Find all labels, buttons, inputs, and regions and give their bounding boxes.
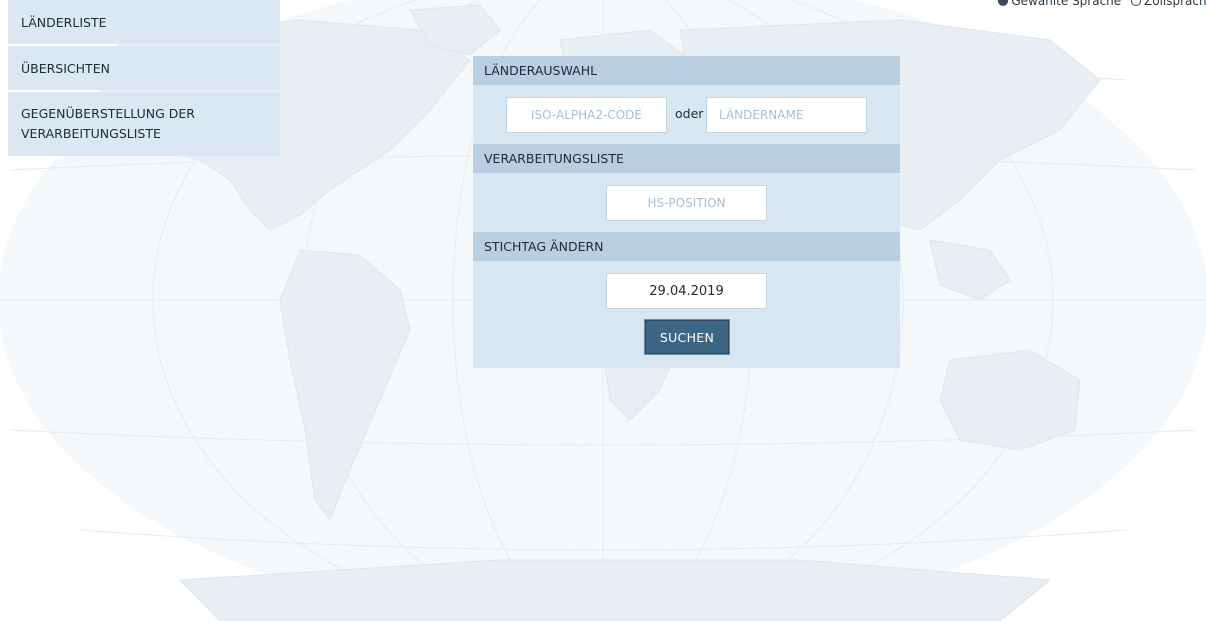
nav-item-label: LÄNDERLISTE	[21, 15, 107, 30]
language-link-selected[interactable]: Gewählte Sprache	[998, 0, 1121, 8]
reference-date-section: SUCHEN	[473, 261, 900, 368]
reference-date-input[interactable]	[606, 273, 767, 309]
nav-item-processing-list-comparison[interactable]: GEGENÜBERSTELLUNG DER VERARBEITUNGSLISTE	[8, 92, 280, 156]
section-title-country-selection: LÄNDERAUSWAHL	[473, 56, 900, 85]
nav-item-country-list[interactable]: LÄNDERLISTE	[8, 0, 280, 44]
hs-position-input[interactable]	[606, 185, 767, 221]
search-panel: LÄNDERAUSWAHL oder VERARBEITUNGSLISTE ST…	[473, 56, 900, 368]
globe-icon	[998, 0, 1009, 6]
language-link-label: Zollsprache	[1144, 0, 1206, 8]
country-name-input[interactable]	[706, 97, 867, 133]
processing-list-section	[473, 173, 900, 232]
language-link-customs[interactable]: Zollsprache	[1131, 0, 1206, 8]
language-link-label: Gewählte Sprache	[1011, 0, 1122, 8]
side-navigation: LÄNDERLISTE ÜBERSICHTEN GEGENÜBERSTELLUN…	[8, 0, 280, 158]
section-title-processing-list: VERARBEITUNGSLISTE	[473, 144, 900, 173]
nav-item-overviews[interactable]: ÜBERSICHTEN	[8, 46, 280, 90]
iso-code-input[interactable]	[506, 97, 667, 133]
nav-item-label: ÜBERSICHTEN	[21, 61, 110, 76]
language-bar: Gewählte Sprache Zollsprache	[992, 0, 1206, 8]
section-title-change-reference-date: STICHTAG ÄNDERN	[473, 232, 900, 261]
flag-icon	[1131, 0, 1142, 6]
or-label: oder	[675, 106, 704, 121]
search-button[interactable]: SUCHEN	[645, 320, 729, 354]
country-selection-section: oder	[473, 85, 900, 144]
nav-item-label: GEGENÜBERSTELLUNG DER VERARBEITUNGSLISTE	[21, 106, 195, 141]
